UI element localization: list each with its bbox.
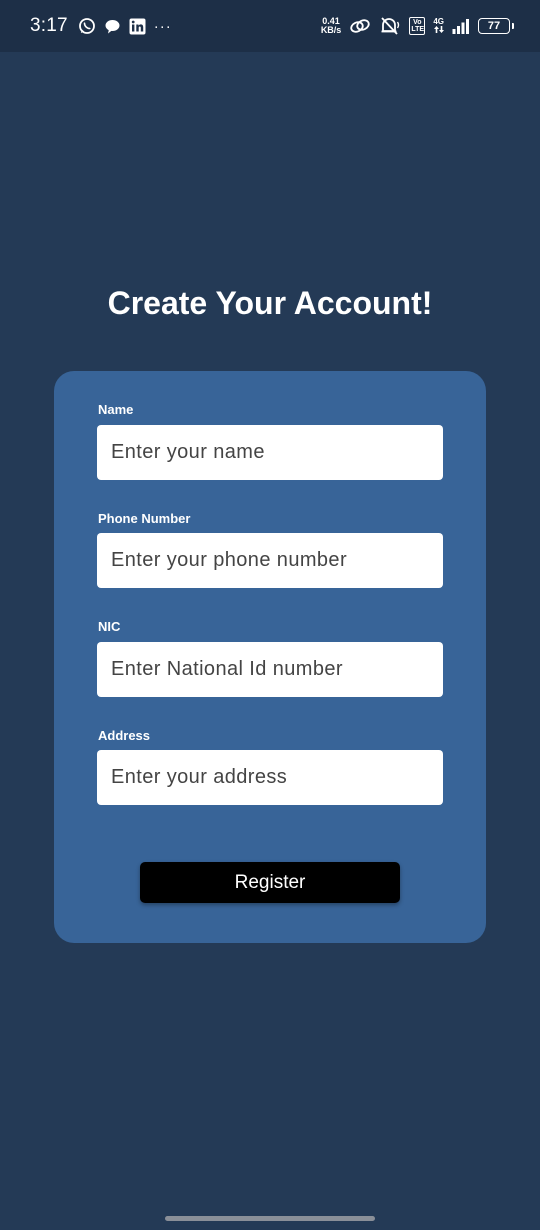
- network-type: 4G: [433, 16, 444, 35]
- phone-number-input[interactable]: [97, 533, 443, 588]
- status-left: 3:17 ···: [30, 15, 172, 37]
- chat-icon: [104, 18, 121, 35]
- volte-badge: Vo LTE: [409, 17, 426, 35]
- status-bar: 3:17 ··· 0.41 KB/s Vo LTE 4G 77: [0, 0, 540, 52]
- link-icon: [349, 17, 371, 35]
- whatsapp-icon: [78, 17, 96, 35]
- signal-icon: [452, 18, 470, 34]
- net-speed-unit: KB/s: [320, 25, 342, 35]
- name-label: Name: [98, 402, 134, 417]
- phone-number-label: Phone Number: [98, 511, 191, 526]
- registration-form-card: Name Phone Number NIC Address Register: [54, 371, 486, 943]
- nic-input[interactable]: [97, 642, 443, 697]
- nic-label: NIC: [98, 619, 121, 634]
- page-title: Create Your Account!: [107, 285, 433, 321]
- battery-level: 77: [487, 20, 501, 32]
- address-input[interactable]: [97, 750, 443, 805]
- status-right: 0.41 KB/s Vo LTE 4G 77: [321, 16, 514, 36]
- mute-icon: [379, 16, 401, 36]
- network-arrows-icon: [433, 25, 444, 35]
- register-button[interactable]: Register: [140, 862, 400, 903]
- network-type-label: 4G: [433, 16, 444, 26]
- net-speed: 0.41 KB/s: [321, 17, 342, 35]
- more-notifications-icon: ···: [153, 17, 172, 35]
- linkedin-icon: [129, 18, 146, 35]
- address-label: Address: [98, 728, 151, 743]
- status-time: 3:17: [30, 15, 68, 36]
- home-indicator[interactable]: [165, 1216, 375, 1221]
- battery-indicator: 77: [478, 18, 514, 34]
- name-input[interactable]: [97, 425, 443, 480]
